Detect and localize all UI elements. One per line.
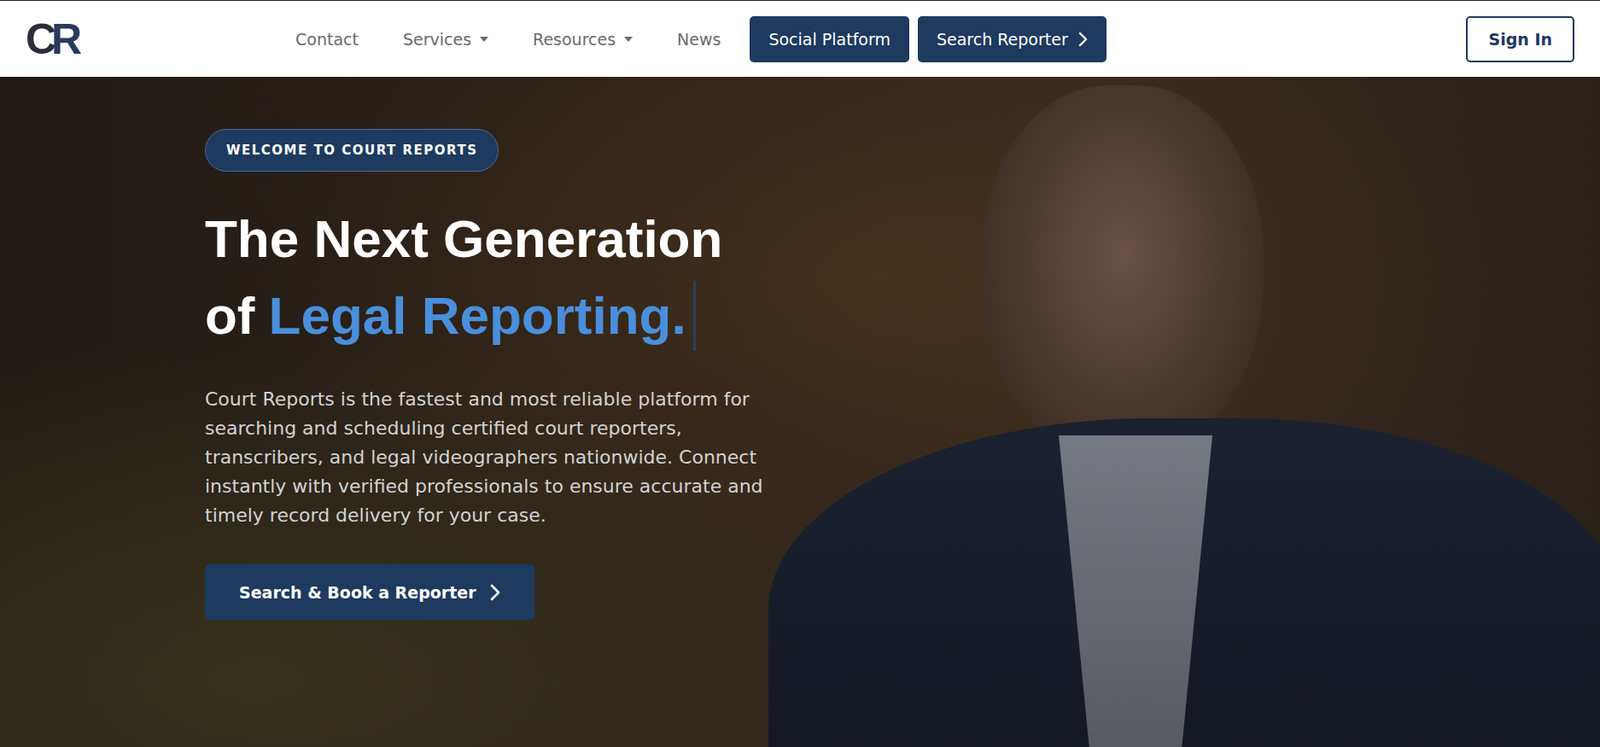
title-prefix: of (204, 277, 256, 355)
cta-label: Search & Book a Reporter (239, 583, 477, 602)
navbar: CR Contact Services Resources News Social Pla… (0, 0, 1600, 77)
nav-link[interactable]: News (677, 29, 721, 49)
hero-content: WELCOME TO COURT REPORTS The Next Generat… (0, 76, 1600, 620)
logo-letter: C (25, 17, 52, 61)
title-line: The Next Generation (204, 200, 723, 278)
nav-link-label: Contact (295, 29, 359, 49)
title-line: ofLegal Reporting. (204, 277, 723, 355)
welcome-badge: WELCOME TO COURT REPORTS (204, 128, 499, 172)
nav-link[interactable]: Resources (532, 29, 633, 49)
logo[interactable]: CR (25, 17, 81, 61)
nav-button[interactable]: Social Platform (749, 16, 910, 63)
typing-cursor (693, 280, 696, 351)
chevron-right-icon (1078, 31, 1088, 47)
hero: WELCOME TO COURT REPORTS The Next Generat… (0, 76, 1600, 747)
nav-links: Contact Services Resources News (295, 29, 721, 49)
nav-button-label: Social Platform (768, 29, 891, 49)
nav-link[interactable]: Contact (295, 29, 359, 49)
nav-link-label: News (677, 29, 721, 49)
nav-link-label: Services (402, 29, 472, 49)
page: CR Contact Services Resources News Social Pla… (0, 0, 1600, 747)
caret-down-icon (624, 36, 633, 42)
sign-in-button[interactable]: Sign In (1465, 16, 1575, 63)
cta-button[interactable]: Search & Book a Reporter (204, 564, 535, 620)
caret-down-icon (479, 36, 489, 42)
hero-description: Court Reports is the fastest and most re… (204, 385, 795, 531)
hero-photo (0, 76, 1600, 747)
hero-title: The Next GenerationofLegal Reporting. (204, 200, 723, 355)
nav-link-label: Resources (532, 29, 616, 49)
nav-link[interactable]: Services (402, 29, 489, 49)
person-head (981, 85, 1264, 462)
nav-buttons: Social Platform Search Reporter (749, 16, 1106, 63)
logo-letter: R (51, 17, 77, 61)
nav-button[interactable]: Search Reporter (917, 16, 1107, 63)
nav-button-label: Search Reporter (936, 29, 1069, 49)
title-highlight: Legal Reporting. (268, 277, 687, 355)
chevron-right-icon (490, 583, 501, 602)
